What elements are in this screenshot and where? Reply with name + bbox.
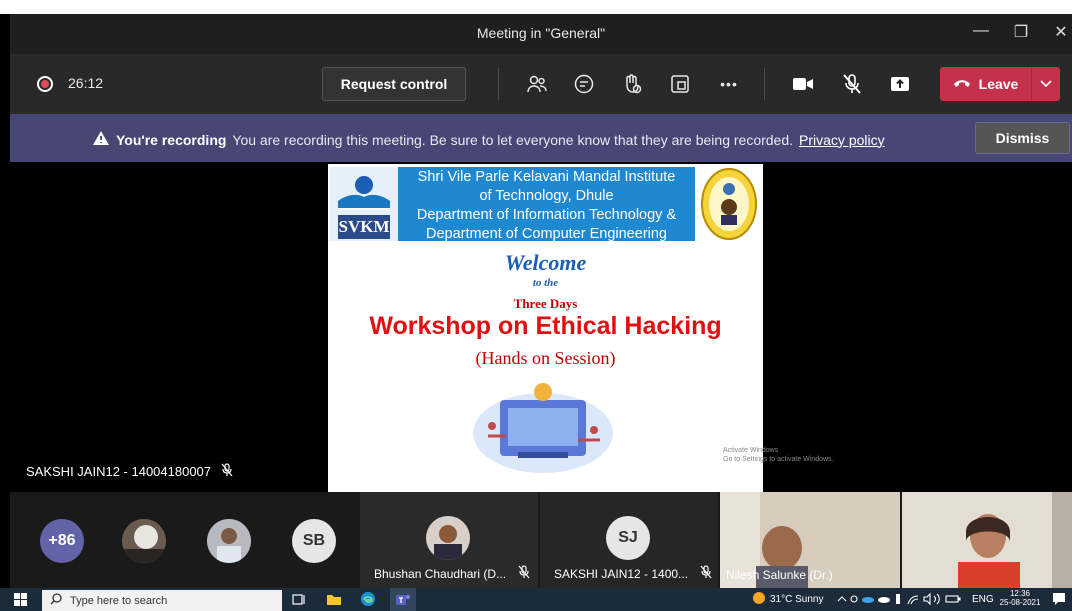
presenter-label: SAKSHI JAIN12 - 14004180007 xyxy=(26,463,233,480)
slide-three-days: Three Days xyxy=(513,296,578,311)
slide-to-the: to the xyxy=(532,277,559,289)
participant-video-frame xyxy=(902,492,1072,588)
toolbar-divider xyxy=(498,68,499,100)
activate-windows-watermark: Activate Windows Go to Settings to activ… xyxy=(723,446,834,464)
institute-line-4: Department of Computer Engineering xyxy=(426,226,667,242)
leave-options-button[interactable] xyxy=(1032,75,1060,93)
leave-button[interactable]: Leave xyxy=(940,67,1060,101)
meeting-toolbar: 26:12 Request control ••• Leave xyxy=(10,54,1072,114)
participant-name: Nilesh Salunke (Dr.) xyxy=(726,568,833,582)
privacy-policy-link[interactable]: Privacy policy xyxy=(799,132,885,148)
participant-name-label: SAKSHI JAIN12 - 1400... xyxy=(554,565,712,582)
leave-main-button[interactable]: Leave xyxy=(940,67,1032,101)
watermark-line-1: Activate Windows xyxy=(723,447,779,454)
close-button[interactable]: ✕ xyxy=(1046,22,1072,42)
slide-workshop-title: Workshop on Ethical Hacking xyxy=(369,312,722,340)
mic-off-icon xyxy=(518,565,530,582)
system-tray-icons[interactable] xyxy=(836,592,970,609)
participant-name-label: Bhushan Chaudhari (D... xyxy=(374,565,530,582)
task-view-icon[interactable] xyxy=(292,593,306,611)
os-titlebar xyxy=(0,0,1072,14)
participant-name: SAKSHI JAIN12 - 1400... xyxy=(554,566,689,581)
participant-name: Bhushan Chaudhari (D... xyxy=(374,566,507,581)
participant-avatar-sb[interactable]: SB xyxy=(292,519,336,563)
recording-indicator-icon xyxy=(37,76,53,92)
windows-taskbar: Type here to search 31°C Sunny ENG 12:36… xyxy=(0,588,1072,611)
slide-welcome: Welcome xyxy=(504,250,587,275)
svkm-logo-text: SVKM xyxy=(338,217,390,236)
more-actions-icon[interactable]: ••• xyxy=(715,70,743,98)
language-indicator[interactable]: ENG xyxy=(972,594,994,605)
windows-start-icon[interactable] xyxy=(14,593,27,611)
institute-line-3: Department of Information Technology & xyxy=(416,207,677,223)
overflow-participants-button[interactable]: +86 xyxy=(40,519,84,563)
weather-icon[interactable] xyxy=(752,591,766,608)
edge-browser-icon[interactable] xyxy=(360,591,376,611)
recording-banner-message: You're recording You are recording this … xyxy=(92,130,885,149)
university-crest-icon xyxy=(700,167,758,241)
participant-video-tile[interactable]: Nilesh Salunke (Dr.) xyxy=(720,492,900,588)
request-control-button[interactable]: Request control xyxy=(322,67,466,101)
dismiss-button[interactable]: Dismiss xyxy=(975,122,1070,154)
slide-subtitle: (Hands on Session) xyxy=(475,348,616,368)
participant-tile[interactable]: Bhushan Chaudhari (D... xyxy=(360,492,538,588)
participant-video-tile[interactable] xyxy=(902,492,1072,588)
share-icon[interactable] xyxy=(886,70,914,98)
meeting-timer: 26:12 xyxy=(68,75,104,91)
participant-avatar[interactable] xyxy=(122,519,166,563)
institute-name: Shri Vile Parle Kelavani Mandal Institut… xyxy=(398,167,695,242)
participant-strip: +86 SB Bhushan Chaudhari (D... SJ SAKSHI… xyxy=(10,492,1072,588)
participant-avatar-sj: SJ xyxy=(606,516,650,560)
file-explorer-icon[interactable] xyxy=(326,592,342,611)
institute-line-2: of Technology, Dhule xyxy=(479,188,614,204)
recording-message: You are recording this meeting. Be sure … xyxy=(232,131,794,148)
hacking-illustration-icon xyxy=(468,378,618,478)
warning-icon xyxy=(92,130,110,149)
clock[interactable]: 12:36 25-08-2021 xyxy=(998,589,1042,607)
institute-line-1: Shri Vile Parle Kelavani Mandal Institut… xyxy=(417,169,676,185)
watermark-line-2: Go to Settings to activate Windows. xyxy=(723,456,834,463)
meeting-title: Meeting in "General" xyxy=(476,25,606,41)
participant-tile[interactable]: SJ SAKSHI JAIN12 - 1400... xyxy=(540,492,718,588)
people-icon[interactable] xyxy=(523,70,551,98)
chat-icon[interactable] xyxy=(570,70,598,98)
maximize-button[interactable]: ❐ xyxy=(1006,22,1036,42)
search-icon xyxy=(50,593,62,608)
leave-label: Leave xyxy=(978,76,1019,92)
search-placeholder: Type here to search xyxy=(70,594,168,607)
teams-app-icon[interactable] xyxy=(390,588,416,611)
clock-time: 12:36 xyxy=(1009,589,1031,598)
recording-title: You're recording xyxy=(116,131,227,148)
mic-off-icon xyxy=(700,565,712,582)
taskbar-search-input[interactable]: Type here to search xyxy=(42,590,282,611)
participant-avatar xyxy=(426,516,470,560)
shared-content-stage: SVKM Shri Vile Parle Kelavani Mandal Ins… xyxy=(10,162,1072,492)
meeting-header: Meeting in "General" — ❐ ✕ xyxy=(10,14,1072,54)
presenter-name: SAKSHI JAIN12 - 14004180007 xyxy=(26,464,212,479)
clock-date: 25-08-2021 xyxy=(999,598,1041,607)
raise-hand-icon[interactable] xyxy=(618,70,646,98)
mic-off-icon xyxy=(221,463,233,480)
notification-center-icon[interactable] xyxy=(1052,592,1066,609)
recording-banner: You're recording You are recording this … xyxy=(10,114,1072,162)
weather-label[interactable]: 31°C Sunny xyxy=(770,594,823,605)
participant-name-label: Nilesh Salunke (Dr.) xyxy=(726,568,833,582)
rooms-icon[interactable] xyxy=(666,70,694,98)
chevron-down-icon xyxy=(1040,75,1052,93)
slide-header: SVKM Shri Vile Parle Kelavani Mandal Ins… xyxy=(328,164,763,242)
participant-avatar[interactable] xyxy=(207,519,251,563)
presentation-slide: SVKM Shri Vile Parle Kelavani Mandal Ins… xyxy=(328,164,763,492)
phone-hangup-icon xyxy=(953,76,971,92)
minimize-button[interactable]: — xyxy=(966,22,996,40)
toolbar-divider xyxy=(764,68,765,100)
mic-off-icon[interactable] xyxy=(838,70,866,98)
camera-icon[interactable] xyxy=(789,70,817,98)
svkm-logo: SVKM xyxy=(330,167,398,241)
